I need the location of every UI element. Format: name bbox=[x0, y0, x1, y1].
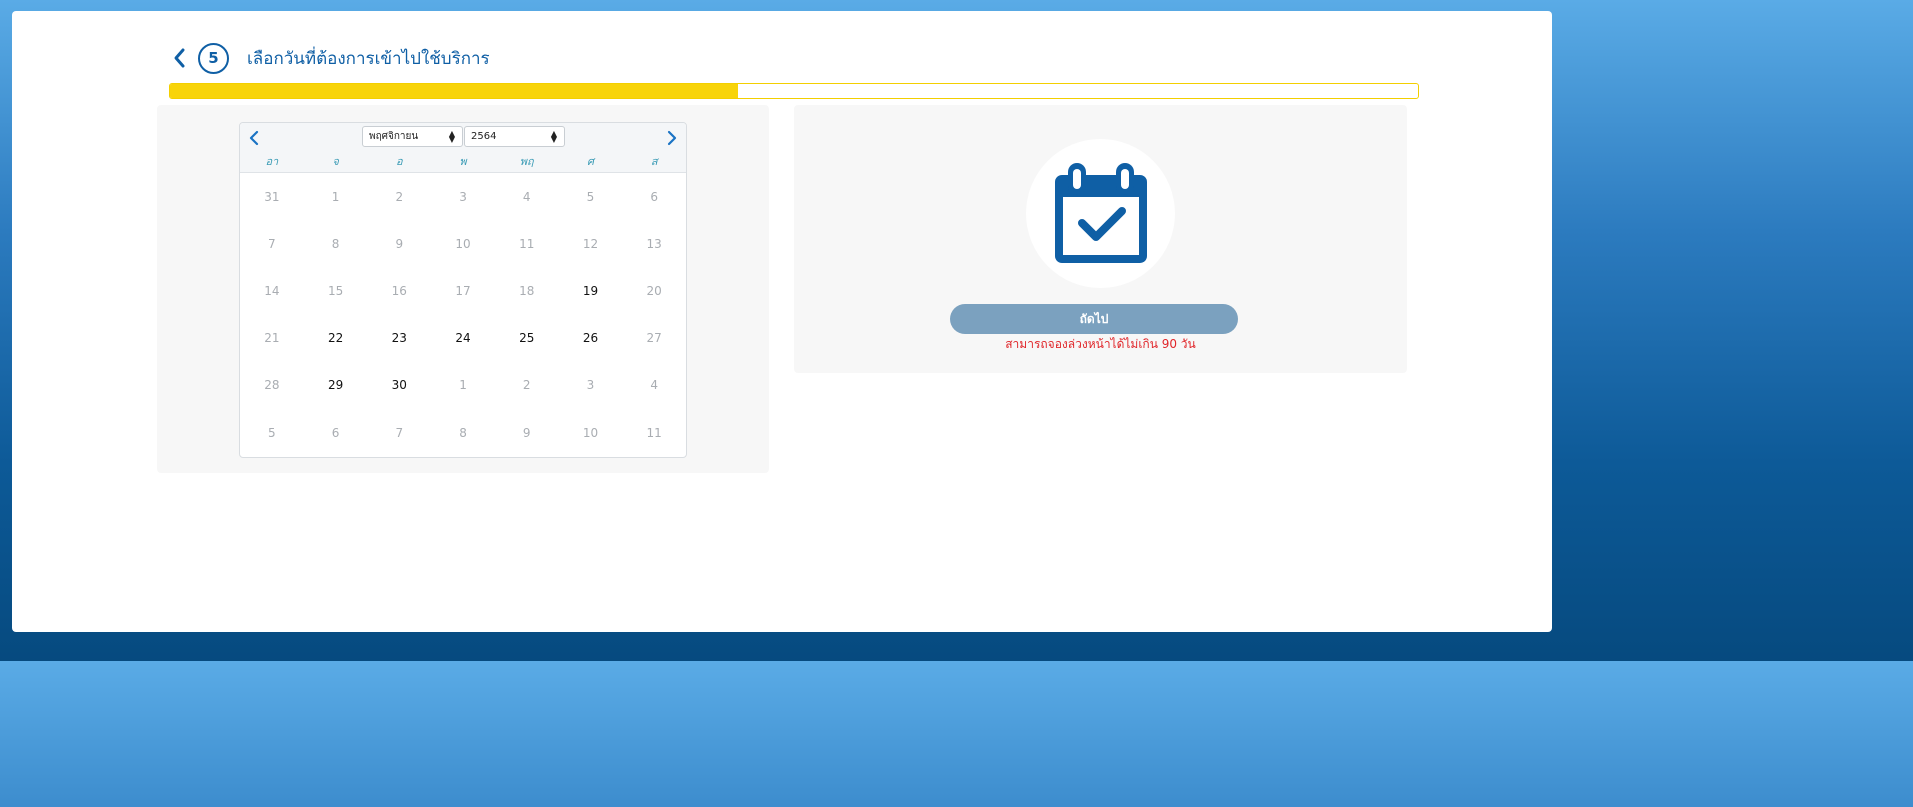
weekday-label: อา bbox=[265, 155, 279, 168]
select-caret-icon: ▲ ▼ bbox=[550, 129, 557, 144]
calendar-day-disabled: 10 bbox=[582, 425, 599, 440]
calendar-week-row: 31 1 2 3 4 5 6 bbox=[240, 173, 686, 220]
progress-bar bbox=[169, 83, 1419, 99]
calendar-day-available[interactable]: 22 bbox=[304, 331, 368, 345]
step-number-badge: 5 bbox=[198, 42, 229, 74]
year-select-value: 2564 bbox=[471, 131, 497, 142]
previous-month-button[interactable] bbox=[244, 127, 264, 149]
weekday-label: จ bbox=[332, 155, 339, 168]
calendar-day-available[interactable]: 29 bbox=[304, 378, 368, 392]
next-month-button[interactable] bbox=[662, 127, 682, 149]
booking-limit-notice: สามารถจองล่วงหน้าได้ไม่เกิน 90 วัน bbox=[1005, 337, 1196, 351]
calendar-day-available[interactable]: 23 bbox=[367, 331, 431, 345]
calendar-day-disabled: 3 bbox=[459, 189, 467, 204]
calendar-day-disabled: 7 bbox=[268, 236, 276, 251]
calendar-day-disabled: 2 bbox=[522, 378, 531, 393]
calendar-day-disabled: 10 bbox=[455, 236, 471, 251]
calendar-check-illustration bbox=[1026, 139, 1175, 288]
weekday-label: พ bbox=[459, 155, 467, 168]
calendar-day-disabled: 1 bbox=[459, 378, 467, 393]
next-button[interactable]: ถัดไป bbox=[950, 304, 1238, 334]
chevron-right-icon bbox=[667, 130, 677, 146]
calendar-day-available[interactable]: 25 bbox=[495, 331, 559, 345]
calendar-day-disabled: 17 bbox=[455, 283, 471, 298]
calendar-day-disabled: 16 bbox=[391, 283, 407, 298]
calendar-day-disabled: 27 bbox=[646, 331, 662, 346]
calendar-day-disabled: 2 bbox=[395, 189, 404, 204]
calendar-day-disabled: 12 bbox=[582, 236, 599, 251]
calendar-day-disabled: 15 bbox=[327, 283, 344, 298]
calendar-days-grid: 31 1 2 3 4 5 6 7 8 9 10 11 12 13 14 15 16 17 18 19 20 21 22 23 2… bbox=[240, 173, 686, 456]
weekday-label: อ bbox=[395, 155, 403, 168]
select-caret-icon: ▲ ▼ bbox=[448, 129, 455, 144]
back-button[interactable] bbox=[169, 43, 189, 73]
calendar-day-disabled: 8 bbox=[331, 236, 340, 251]
calendar-day-disabled: 1 bbox=[331, 189, 340, 204]
calendar-week-row: 5 6 7 8 9 10 11 bbox=[240, 409, 686, 456]
calendar-check-icon bbox=[1054, 162, 1147, 263]
calendar-day-disabled: 6 bbox=[650, 189, 658, 204]
calendar-week-row: 28 29 30 1 2 3 4 bbox=[240, 362, 686, 409]
calendar-day-disabled: 18 bbox=[519, 283, 535, 298]
calendar-week-row: 21 22 23 24 25 26 27 bbox=[240, 315, 686, 362]
weekday-label: ศ bbox=[586, 155, 594, 168]
calendar-header: พฤศจิกายน ▲ ▼ 2564 ▲ ▼ อา จ อ พ พฤ ศ ส bbox=[240, 123, 686, 173]
month-select-value: พฤศจิกายน bbox=[369, 131, 419, 142]
chevron-left-icon bbox=[249, 130, 259, 146]
calendar-day-disabled: 7 bbox=[395, 425, 404, 440]
month-select[interactable]: พฤศจิกายน ▲ ▼ bbox=[362, 126, 463, 147]
calendar-day-disabled: 14 bbox=[264, 283, 280, 298]
calendar-day-disabled: 9 bbox=[522, 425, 531, 440]
progress-bar-fill bbox=[170, 84, 738, 98]
weekday-label: พฤ bbox=[519, 155, 534, 168]
calendar-day-disabled: 9 bbox=[395, 236, 404, 251]
calendar-day-disabled: 5 bbox=[586, 189, 595, 204]
calendar-week-row: 14 15 16 17 18 19 20 bbox=[240, 267, 686, 314]
calendar-day-available[interactable]: 26 bbox=[559, 331, 623, 345]
calendar-day-disabled: 20 bbox=[646, 283, 662, 298]
weekday-header-row: อา จ อ พ พฤ ศ ส bbox=[240, 152, 686, 170]
calendar-day-disabled: 3 bbox=[586, 378, 595, 393]
calendar-day-disabled: 6 bbox=[331, 425, 340, 440]
date-picker-calendar: พฤศจิกายน ▲ ▼ 2564 ▲ ▼ อาจอพพฤศส 31 1 2 3 4 5 6 7… bbox=[239, 122, 687, 458]
calendar-day-disabled: 4 bbox=[522, 189, 531, 204]
calendar-day-disabled: 28 bbox=[264, 378, 280, 393]
calendar-day-available[interactable]: 19 bbox=[559, 284, 623, 298]
calendar-day-disabled: 21 bbox=[264, 331, 280, 346]
confirm-panel: ถัดไป สามารถจองล่วงหน้าได้ไม่เกิน 90 วัน bbox=[794, 105, 1407, 373]
calendar-day-disabled: 11 bbox=[646, 425, 662, 440]
calendar-day-disabled: 13 bbox=[646, 236, 662, 251]
page-title: เลือกวันที่ต้องการเข้าไปใช้บริการ bbox=[247, 48, 490, 69]
calendar-week-row: 7 8 9 10 11 12 13 bbox=[240, 220, 686, 267]
year-select[interactable]: 2564 ▲ ▼ bbox=[464, 126, 565, 147]
calendar-day-disabled: 4 bbox=[650, 378, 658, 393]
calendar-panel: พฤศจิกายน ▲ ▼ 2564 ▲ ▼ อาจอพพฤศส 31 1 2 3 4 5 6 7… bbox=[157, 105, 769, 473]
page-header: 5 เลือกวันที่ต้องการเข้าไปใช้บริการ bbox=[169, 41, 490, 75]
calendar-day-disabled: 8 bbox=[459, 425, 467, 440]
calendar-day-disabled: 11 bbox=[519, 236, 535, 251]
calendar-day-disabled: 5 bbox=[268, 425, 276, 440]
calendar-day-disabled: 31 bbox=[264, 189, 280, 204]
chevron-left-icon bbox=[174, 48, 185, 68]
calendar-day-available[interactable]: 30 bbox=[367, 378, 431, 392]
weekday-label: ส bbox=[650, 155, 658, 168]
calendar-day-available[interactable]: 24 bbox=[431, 331, 495, 345]
